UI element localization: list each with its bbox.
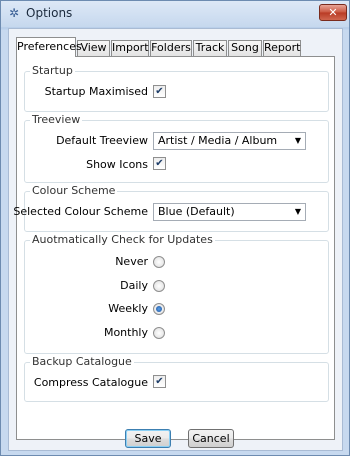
update-weekly-radio[interactable] xyxy=(153,303,165,315)
startup-maximised-checkbox[interactable]: ✔ xyxy=(153,85,166,98)
chevron-down-icon: ▼ xyxy=(294,207,301,216)
tab-preferences[interactable]: Preferences xyxy=(16,37,82,57)
close-button[interactable]: ✕ xyxy=(319,4,347,21)
colour-scheme-select[interactable]: Blue (Default) ▼ xyxy=(153,203,306,221)
window-title: Options xyxy=(26,6,73,20)
cancel-button[interactable]: Cancel xyxy=(188,429,234,448)
startup-group-title: Startup xyxy=(30,64,75,77)
backup-group: Backup Catalogue Compress Catalogue ✔ xyxy=(24,355,329,402)
update-daily-radio[interactable] xyxy=(153,280,165,292)
tab-folders[interactable]: Folders xyxy=(150,40,192,56)
save-button[interactable]: Save xyxy=(125,429,171,448)
treeview-group-title: Treeview xyxy=(30,113,83,126)
checkmark-icon: ✔ xyxy=(155,158,164,169)
title-bar[interactable]: ✲ Options ✕ xyxy=(1,1,349,27)
default-treeview-label: Default Treeview xyxy=(56,134,148,147)
checkmark-icon: ✔ xyxy=(155,86,164,97)
selected-colour-scheme-label: Selected Colour Scheme xyxy=(13,205,148,218)
update-weekly-label: Weekly xyxy=(108,302,148,315)
tab-report[interactable]: Report xyxy=(263,40,301,56)
treeview-group: Treeview Default Treeview Artist / Media… xyxy=(24,113,329,183)
updates-group: Auotmatically Check for Updates Never Da… xyxy=(24,233,329,354)
dialog-body: Preferences View Import Folders Track So… xyxy=(8,28,343,451)
gear-icon: ✲ xyxy=(8,6,20,20)
show-icons-checkbox[interactable]: ✔ xyxy=(153,157,166,170)
options-dialog: ✲ Options ✕ Preferences View Import Fold… xyxy=(0,0,350,456)
update-monthly-radio[interactable] xyxy=(153,327,165,339)
colour-scheme-group: Colour Scheme Selected Colour Scheme Blu… xyxy=(13,184,329,232)
tab-song[interactable]: Song xyxy=(228,40,262,56)
colour-scheme-group-title: Colour Scheme xyxy=(30,184,118,197)
update-never-radio[interactable] xyxy=(153,256,165,268)
compress-catalogue-checkbox[interactable]: ✔ xyxy=(153,375,166,388)
tab-track[interactable]: Track xyxy=(193,40,227,56)
checkmark-icon: ✔ xyxy=(155,376,164,387)
startup-group: Startup Startup Maximised ✔ xyxy=(24,64,329,112)
show-icons-label: Show Icons xyxy=(86,158,148,171)
colour-scheme-value: Blue (Default) xyxy=(158,205,235,218)
preferences-panel: Startup Startup Maximised ✔ Treeview Def… xyxy=(13,56,335,440)
startup-maximised-label: Startup Maximised xyxy=(44,85,148,98)
tab-import[interactable]: Import xyxy=(111,40,149,56)
update-never-label: Never xyxy=(115,255,148,268)
update-monthly-label: Monthly xyxy=(103,326,148,339)
default-treeview-value: Artist / Media / Album xyxy=(158,134,278,147)
updates-group-title: Auotmatically Check for Updates xyxy=(30,233,215,246)
default-treeview-select[interactable]: Artist / Media / Album ▼ xyxy=(153,132,306,150)
compress-catalogue-label: Compress Catalogue xyxy=(33,376,148,389)
update-daily-label: Daily xyxy=(120,279,148,292)
chevron-down-icon: ▼ xyxy=(294,136,301,145)
backup-group-title: Backup Catalogue xyxy=(30,355,134,368)
